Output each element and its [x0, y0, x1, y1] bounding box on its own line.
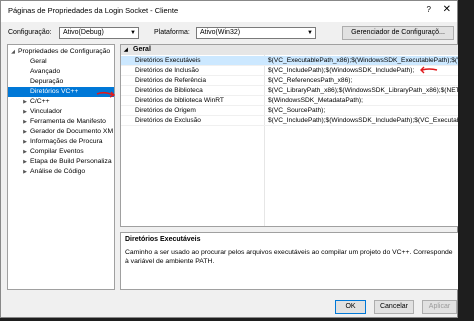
property-name: Diretórios de Origem — [135, 107, 196, 114]
platform-select-value: Ativo(Win32) — [200, 29, 241, 36]
tree-item-label: C/C++ — [30, 98, 50, 105]
tree-item-label: Geral — [30, 58, 47, 65]
description-title: Diretórios Executáveis — [125, 236, 201, 243]
tree-item-code-analysis[interactable]: ▶ Análise de Código — [8, 167, 114, 177]
property-name: Diretórios de Biblioteca — [135, 87, 203, 94]
configuration-label: Configuração: — [8, 29, 52, 36]
tree-item-custom-build-step[interactable]: ▶ Etapa de Build Personaliza — [8, 157, 114, 167]
property-row-winrt-library-directories[interactable]: Diretórios de biblioteca WinRT $(Windows… — [121, 96, 458, 106]
expand-icon[interactable]: ▶ — [21, 147, 29, 157]
apply-button: Aplicar — [422, 300, 457, 314]
property-value[interactable]: $(VC_LibraryPath_x86);$(WindowsSDK_Libra… — [268, 86, 458, 96]
configuration-select[interactable]: Ativo(Debug) ▼ — [59, 27, 139, 39]
property-value[interactable]: $(VC_IncludePath);$(WindowsSDK_IncludePa… — [268, 116, 458, 126]
configuration-manager-button[interactable]: Gerenciador de Configuraçõ... — [342, 26, 454, 40]
property-grid[interactable]: ◢ Geral Diretórios Executáveis $(VC_Exec… — [120, 44, 459, 227]
ok-button[interactable]: OK — [335, 300, 366, 314]
expand-icon[interactable]: ▶ — [21, 137, 29, 147]
tree-item-label: Compilar Eventos — [30, 148, 84, 155]
tree-item-label: Etapa de Build Personaliza — [30, 158, 112, 165]
expand-icon[interactable]: ▶ — [21, 107, 29, 117]
expand-icon[interactable]: ▶ — [21, 127, 29, 137]
property-row-library-directories[interactable]: Diretórios de Biblioteca $(VC_LibraryPat… — [121, 86, 458, 96]
property-name: Diretórios de Inclusão — [135, 67, 199, 74]
property-value[interactable]: $(VC_ReferencesPath_x86); — [268, 76, 458, 86]
title-bar[interactable]: Páginas de Propriedades da Login Socket … — [1, 1, 457, 22]
property-row-source-directories[interactable]: Diretórios de Origem $(VC_SourcePath); — [121, 106, 458, 116]
expand-icon[interactable]: ▶ — [21, 117, 29, 127]
property-name: Diretórios de Referência — [135, 77, 207, 84]
tree-item-debugging[interactable]: Depuração — [8, 77, 114, 87]
background-editor-strip — [458, 0, 474, 321]
description-text: Caminho a ser usado ao procurar pelos ar… — [125, 249, 453, 265]
tree-item-label: Propriedades de Configuração — [18, 48, 111, 55]
tree-item-browse-information[interactable]: ▶ Informações de Procura — [8, 137, 114, 147]
tree-item-label: Diretórios VC++ — [30, 88, 79, 95]
tree-item-configuration-properties[interactable]: ◢ Propriedades de Configuração — [8, 47, 114, 57]
property-name: Diretórios de Exclusão — [135, 117, 201, 124]
tree-item-label: Depuração — [30, 78, 64, 85]
tree-item-label: Vinculador — [30, 108, 62, 115]
platform-label: Plataforma: — [154, 29, 190, 36]
tree-item-label: Informações de Procura — [30, 138, 103, 145]
tree-item-label: Gerador de Documento XM — [30, 128, 114, 135]
tree-item-xml-document-generator[interactable]: ▶ Gerador de Documento XM — [8, 127, 114, 137]
tree-item-label: Análise de Código — [30, 168, 86, 175]
grid-section-label: Geral — [133, 46, 151, 53]
annotation-arrow-icon — [420, 66, 438, 74]
configuration-toolbar: Configuração: Ativo(Debug) ▼ Plataforma:… — [1, 23, 457, 43]
collapse-icon[interactable]: ◢ — [124, 45, 128, 55]
platform-select[interactable]: Ativo(Win32) ▼ — [196, 27, 316, 39]
collapse-icon[interactable]: ◢ — [9, 47, 17, 57]
property-row-executable-directories[interactable]: Diretórios Executáveis $(VC_ExecutablePa… — [121, 56, 458, 66]
chevron-down-icon: ▼ — [130, 30, 136, 36]
property-row-reference-directories[interactable]: Diretórios de Referência $(VC_References… — [121, 76, 458, 86]
cancel-button[interactable]: Cancelar — [374, 300, 414, 314]
help-icon[interactable]: ? — [427, 5, 431, 14]
property-tree[interactable]: ◢ Propriedades de Configuração Geral Ava… — [7, 44, 115, 290]
chevron-down-icon: ▼ — [307, 30, 313, 36]
expand-icon[interactable]: ▶ — [21, 157, 29, 167]
tree-item-linker[interactable]: ▶ Vinculador — [8, 107, 114, 117]
expand-icon[interactable]: ▶ — [21, 167, 29, 177]
tree-item-advanced[interactable]: Avançado — [8, 67, 114, 77]
close-icon[interactable]: ✕ — [443, 4, 451, 15]
expand-icon[interactable]: ▶ — [21, 97, 29, 107]
property-row-include-directories[interactable]: Diretórios de Inclusão $(VC_IncludePath)… — [121, 66, 458, 76]
property-pages-dialog: Páginas de Propriedades da Login Socket … — [0, 0, 459, 318]
property-name: Diretórios Executáveis — [135, 57, 201, 64]
property-value[interactable]: $(WindowsSDK_MetadataPath); — [268, 96, 458, 106]
tree-item-build-events[interactable]: ▶ Compilar Eventos — [8, 147, 114, 157]
tree-item-manifest-tool[interactable]: ▶ Ferramenta de Manifesto — [8, 117, 114, 127]
tree-item-general[interactable]: Geral — [8, 57, 114, 67]
tree-item-label: Avançado — [30, 68, 61, 75]
property-row-exclude-directories[interactable]: Diretórios de Exclusão $(VC_IncludePath)… — [121, 116, 458, 126]
annotation-arrow-icon — [96, 91, 115, 98]
tree-item-label: Ferramenta de Manifesto — [30, 118, 106, 125]
property-value[interactable]: $(VC_SourcePath); — [268, 106, 458, 116]
configuration-select-value: Ativo(Debug) — [63, 29, 104, 36]
grid-section-header[interactable]: ◢ Geral — [121, 45, 458, 55]
window-title: Páginas de Propriedades da Login Socket … — [8, 6, 179, 15]
property-name: Diretórios de biblioteca WinRT — [135, 97, 224, 104]
description-panel: Diretórios Executáveis Caminho a ser usa… — [120, 232, 459, 290]
